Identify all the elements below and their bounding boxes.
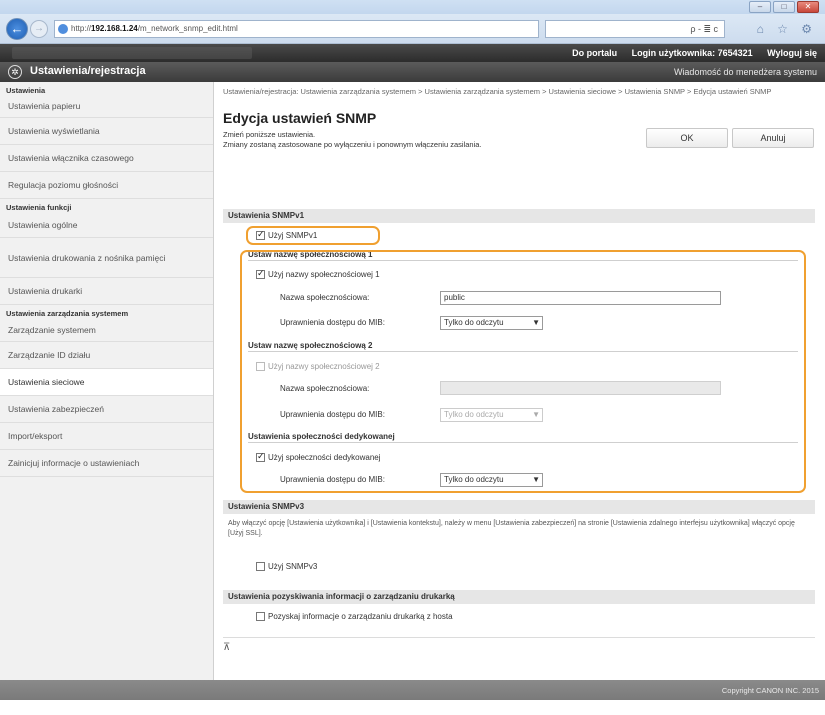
sidebar-group-functions: Ustawienia funkcji [6, 203, 72, 212]
settings-header: ✲ Ustawienia/rejestracja Wiadomość do me… [0, 62, 825, 82]
highlight-snmpv1 [246, 226, 380, 245]
use-snmpv3-row[interactable]: Użyj SNMPv3 [256, 562, 317, 571]
sidebar-item-timer[interactable]: Ustawienia włącznika czasowego [0, 145, 213, 172]
url-path: /m_network_snmp_edit.html [137, 24, 238, 33]
sidebar-item-init-settings[interactable]: Zainicjuj informacje o ustawieniach [0, 450, 213, 477]
highlight-community-settings [240, 250, 806, 493]
printer-mgmt-section-header: Ustawienia pozyskiwania informacji o zar… [223, 590, 815, 604]
ok-button[interactable]: OK [646, 128, 728, 148]
back-arrow-icon[interactable]: ← [6, 18, 28, 40]
snmpv1-section-header: Ustawienia SNMPv1 [223, 209, 815, 223]
close-icon[interactable]: ✕ [797, 1, 819, 13]
maximize-icon[interactable]: □ [773, 1, 795, 13]
intro-line-1: Zmień poniższe ustawienia. [223, 130, 316, 139]
printer-mgmt-label: Pozyskaj informacje o zarządzaniu drukar… [268, 612, 453, 621]
snmpv3-section-header: Ustawienia SNMPv3 [223, 500, 815, 514]
forward-arrow-icon[interactable]: → [30, 20, 48, 38]
sidebar-group-system-management: Ustawienia zarządzania systemem [6, 309, 129, 318]
settings-gear-icon: ✲ [8, 65, 22, 79]
blurred-device-name [12, 47, 252, 59]
main-content: Ustawienia/rejestracja: Ustawienia zarzą… [214, 82, 825, 680]
portal-link[interactable]: Do portalu [572, 48, 617, 58]
sidebar-item-department-id[interactable]: Zarządzanie ID działu [0, 342, 213, 369]
breadcrumb: Ustawienia/rejestracja: Ustawienia zarzą… [223, 87, 772, 96]
use-snmpv3-checkbox[interactable] [256, 562, 265, 571]
content-divider [223, 637, 815, 638]
printer-mgmt-row[interactable]: Pozyskaj informacje o zarządzaniu drukar… [256, 612, 453, 621]
cancel-button[interactable]: Anuluj [732, 128, 814, 148]
copyright-text: Copyright CANON INC. 2015 [721, 686, 819, 695]
sidebar-item-security[interactable]: Ustawienia zabezpieczeń [0, 396, 213, 423]
scroll-to-top-icon[interactable]: ⊼ [223, 642, 230, 653]
url-host: 192.168.1.24 [91, 24, 138, 33]
use-snmpv3-label: Użyj SNMPv3 [268, 562, 318, 571]
sidebar-group-settings: Ustawienia [6, 86, 46, 95]
search-refresh-tools[interactable]: ρ - ≣ c [545, 20, 725, 38]
sidebar-item-general[interactable]: Ustawienia ogólne [0, 212, 213, 238]
logout-link[interactable]: Wyloguj się [767, 48, 817, 58]
login-user-label: Login użytkownika: 7654321 [631, 48, 753, 58]
url-prefix: http:// [71, 24, 92, 33]
page-title: Edycja ustawień SNMP [223, 110, 377, 126]
sidebar-item-system-management[interactable]: Zarządzanie systemem [0, 318, 213, 342]
sidebar-item-volume[interactable]: Regulacja poziomu głośności [0, 172, 213, 199]
ie-icon [58, 24, 68, 34]
settings-title: Ustawienia/rejestracja [30, 65, 146, 77]
address-bar[interactable]: http://192.168.1.24/m_network_snmp_edit.… [54, 20, 539, 38]
top-header: Do portalu Login użytkownika: 7654321 Wy… [0, 44, 825, 62]
sidebar-item-network[interactable]: Ustawienia sieciowe [0, 369, 213, 396]
printer-mgmt-checkbox[interactable] [256, 612, 265, 621]
snmpv3-note: Aby włączyć opcję [Ustawienia użytkownik… [228, 520, 795, 537]
sidebar-item-import-export[interactable]: Import/eksport [0, 423, 213, 450]
admin-message-link[interactable]: Wiadomość do menedżera systemu [674, 67, 817, 77]
minimize-icon[interactable]: – [749, 1, 771, 13]
browser-toolbar: ← → http://192.168.1.24/m_network_snmp_e… [0, 14, 825, 44]
sidebar-item-memory-media-print[interactable]: Ustawienia drukowania z nośnika pamięci [0, 238, 213, 278]
sidebar-item-display[interactable]: Ustawienia wyświetlania [0, 118, 213, 145]
browser-window: – □ ✕ ← → http://192.168.1.24/m_network_… [0, 0, 825, 715]
bottom-margin [0, 700, 825, 715]
sidebar-item-paper[interactable]: Ustawienia papieru [0, 95, 213, 118]
window-title-bar: – □ ✕ [0, 0, 825, 14]
intro-line-2: Zmiany zostaną zastosowane po wyłączeniu… [223, 140, 482, 149]
home-favorites-settings-icons[interactable]: ⌂ ☆ ⚙ [757, 22, 817, 36]
sidebar: Ustawienia Ustawienia papieru Ustawienia… [0, 82, 214, 680]
intro-text: Zmień poniższe ustawienia. Zmiany zostan… [223, 130, 683, 150]
sidebar-item-printer[interactable]: Ustawienia drukarki [0, 278, 213, 305]
